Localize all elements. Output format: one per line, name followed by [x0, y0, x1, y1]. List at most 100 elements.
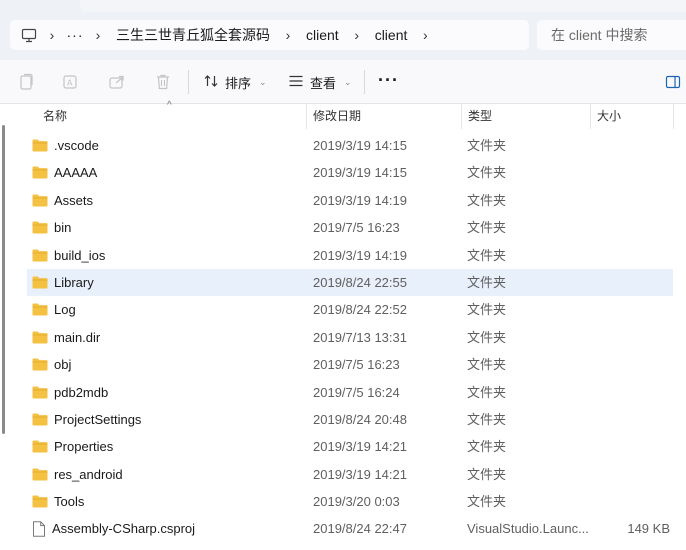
- folder-icon: [32, 194, 48, 207]
- address-row: › ··· › 三生三世青丘狐全套源码 › client › client › …: [0, 12, 686, 60]
- file-name: Library: [54, 274, 94, 290]
- search-input[interactable]: 在 client 中搜索: [537, 20, 686, 50]
- address-bar[interactable]: › ··· › 三生三世青丘狐全套源码 › client › client ›: [10, 20, 529, 50]
- file-name-cell[interactable]: Assembly-CSharp.csproj: [32, 515, 195, 542]
- file-type: 文件夹: [467, 165, 507, 181]
- file-type: 文件夹: [467, 329, 507, 345]
- file-row[interactable]: Library 2019/8/24 22:55 文件夹: [0, 268, 686, 296]
- file-name-cell[interactable]: main.dir: [32, 324, 100, 351]
- file-name: Tools: [54, 494, 85, 510]
- view-button[interactable]: 查看 ⌄: [288, 71, 352, 93]
- file-size: 149 KB: [627, 521, 670, 537]
- file-type: 文件夹: [467, 247, 507, 263]
- sort-button[interactable]: 排序 ⌄: [203, 71, 267, 93]
- share-icon[interactable]: [106, 71, 128, 93]
- file-name-cell[interactable]: Tools: [32, 488, 84, 515]
- file-row[interactable]: ProjectSettings 2019/8/24 20:48 文件夹: [0, 406, 686, 433]
- breadcrumb-overflow-button[interactable]: ···: [64, 27, 86, 43]
- column-header-date[interactable]: 修改日期: [307, 104, 461, 129]
- file-name-cell[interactable]: Log: [32, 296, 76, 323]
- file-name: main.dir: [54, 329, 101, 345]
- file-name-cell[interactable]: obj: [32, 351, 71, 378]
- breadcrumb-separator[interactable]: ›: [276, 27, 300, 43]
- column-header-size[interactable]: 大小: [591, 104, 673, 129]
- file-date: 2019/7/5 16:23: [313, 357, 400, 373]
- file-date: 2019/3/19 14:15: [313, 165, 407, 181]
- file-row[interactable]: Tools 2019/3/20 0:03 文件夹: [0, 488, 686, 515]
- file-row[interactable]: build_ios 2019/3/19 14:19 文件夹: [0, 242, 686, 269]
- file-name-cell[interactable]: ProjectSettings: [32, 406, 141, 433]
- breadcrumb-item[interactable]: client: [369, 27, 414, 43]
- file-name: AAAAA: [54, 165, 98, 181]
- file-row[interactable]: res_android 2019/3/19 14:21 文件夹: [0, 461, 686, 488]
- computer-icon[interactable]: [18, 24, 40, 46]
- file-row[interactable]: AAAAA 2019/3/19 14:15 文件夹: [0, 159, 686, 186]
- folder-icon: [32, 358, 48, 371]
- file-row[interactable]: bin 2019/7/5 16:23 文件夹: [0, 214, 686, 241]
- file-name: Assembly-CSharp.csproj: [52, 521, 196, 537]
- file-date: 2019/7/5 16:23: [313, 220, 400, 236]
- file-rows: .vscode 2019/3/19 14:15 文件夹 AAAAA 2019/3…: [0, 132, 686, 543]
- file-name: .vscode: [54, 138, 99, 153]
- rename-icon[interactable]: A: [60, 71, 82, 93]
- delete-icon[interactable]: [152, 71, 174, 93]
- file-name: pdb2mdb: [54, 384, 109, 400]
- file-date: 2019/7/5 16:24: [313, 384, 400, 400]
- file-date: 2019/3/19 14:19: [313, 247, 407, 263]
- folder-icon: [32, 413, 48, 426]
- file-type: 文件夹: [467, 494, 507, 510]
- copy-icon[interactable]: [15, 71, 37, 93]
- breadcrumb-item[interactable]: client: [300, 27, 345, 43]
- column-header-type[interactable]: 类型: [462, 104, 590, 129]
- folder-icon: [32, 440, 48, 453]
- file-name: ProjectSettings: [54, 411, 142, 427]
- file-name-cell[interactable]: Assets: [32, 187, 93, 214]
- file-name-cell[interactable]: AAAAA: [32, 159, 97, 186]
- file-name-cell[interactable]: res_android: [32, 461, 123, 488]
- file-row[interactable]: obj 2019/7/5 16:23 文件夹: [0, 351, 686, 378]
- column-header-name[interactable]: 名称: [37, 104, 305, 129]
- file-name-cell[interactable]: bin: [32, 214, 71, 241]
- file-name: obj: [54, 357, 72, 373]
- file-type: VisualStudio.Launc...: [467, 521, 589, 537]
- column-divider[interactable]: [673, 104, 674, 129]
- details-pane-icon[interactable]: [662, 71, 684, 93]
- file-row[interactable]: main.dir 2019/7/13 13:31 文件夹: [0, 324, 686, 351]
- breadcrumb-item[interactable]: 三生三世青丘狐全套源码: [110, 25, 276, 45]
- breadcrumb-separator[interactable]: ›: [40, 27, 64, 43]
- chevron-down-icon: ⌄: [259, 76, 267, 87]
- active-tab[interactable]: [80, 0, 686, 12]
- file-type: 文件夹: [467, 384, 507, 400]
- file-type: 文件夹: [467, 192, 507, 208]
- more-options-button[interactable]: ···: [378, 71, 399, 89]
- file-type: 文件夹: [467, 138, 507, 153]
- file-row[interactable]: Properties 2019/3/19 14:21 文件夹: [0, 433, 686, 460]
- file-name-cell[interactable]: Library: [32, 269, 94, 296]
- file-date: 2019/3/20 0:03: [313, 494, 400, 510]
- file-name-cell[interactable]: Properties: [32, 433, 113, 460]
- file-date: 2019/8/24 22:55: [313, 274, 407, 290]
- folder-icon: [32, 139, 48, 152]
- file-row[interactable]: pdb2mdb 2019/7/5 16:24 文件夹: [0, 379, 686, 406]
- file-name-cell[interactable]: build_ios: [32, 242, 105, 269]
- breadcrumb-separator[interactable]: ›: [345, 27, 369, 43]
- folder-icon: [32, 221, 48, 234]
- file-row[interactable]: Assembly-CSharp.csproj 2019/8/24 22:47 V…: [0, 515, 686, 542]
- vertical-scrollbar[interactable]: [2, 125, 5, 434]
- file-date: 2019/8/24 20:48: [313, 411, 407, 427]
- file-name: Properties: [54, 439, 114, 455]
- file-row[interactable]: Log 2019/8/24 22:52 文件夹: [0, 296, 686, 323]
- file-date: 2019/8/24 22:52: [313, 302, 407, 318]
- folder-icon: [32, 495, 48, 508]
- breadcrumb-separator[interactable]: ›: [413, 27, 437, 43]
- file-row[interactable]: .vscode 2019/3/19 14:15 文件夹: [0, 132, 686, 159]
- svg-text:A: A: [67, 79, 73, 88]
- file-type: 文件夹: [467, 439, 507, 455]
- file-name-cell[interactable]: .vscode: [32, 132, 99, 159]
- file-row[interactable]: Assets 2019/3/19 14:19 文件夹: [0, 187, 686, 214]
- file-name-cell[interactable]: pdb2mdb: [32, 379, 108, 406]
- file-date: 2019/3/19 14:15: [313, 138, 407, 153]
- file-date: 2019/3/19 14:19: [313, 192, 407, 208]
- breadcrumb-separator[interactable]: ›: [86, 27, 110, 43]
- file-name: Log: [54, 302, 76, 318]
